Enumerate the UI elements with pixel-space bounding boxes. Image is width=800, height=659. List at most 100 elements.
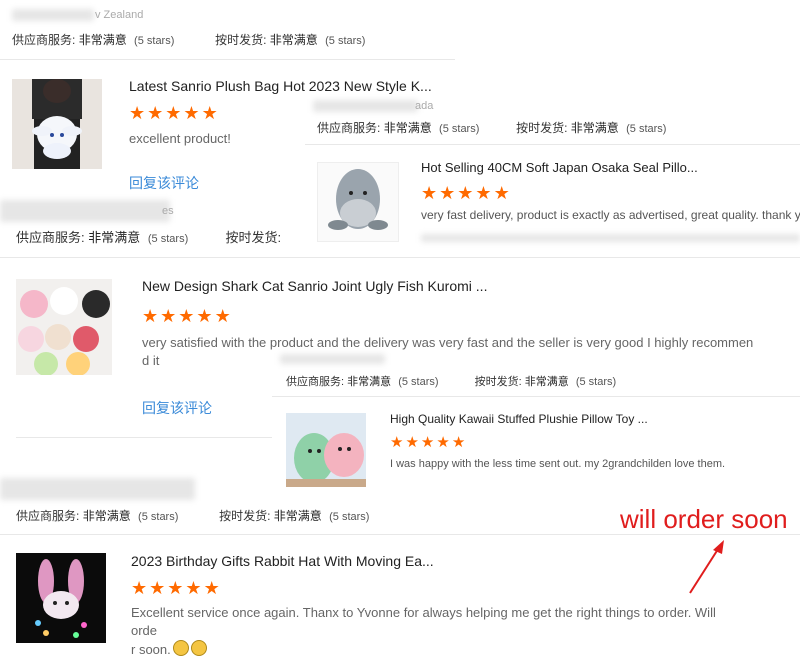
product-thumbnail[interactable]: [12, 79, 102, 169]
star-icon: ★: [165, 103, 182, 123]
review-text-line: r soon.: [131, 640, 731, 659]
shipping-label: 按时发货:: [225, 230, 282, 245]
blurred-name: [0, 478, 195, 500]
shipping-value: 非常满意: [273, 509, 322, 523]
star-icon: ★: [149, 578, 166, 598]
rating-row-1: 供应商服务: 非常满意 (5 stars) 按时发货: 非常满意 (5 star…: [12, 31, 365, 48]
annotation-text: will order soon: [620, 504, 788, 534]
reply-link[interactable]: 回复该评论: [129, 173, 199, 193]
blurred-name: [0, 200, 170, 222]
star-icon: ★: [167, 578, 184, 598]
supplier-service-label: 供应商服务:: [286, 376, 345, 388]
supplier-service-value: 非常满意: [78, 33, 127, 47]
star-rating: ★ ★ ★ ★ ★: [129, 104, 218, 122]
rabbit-hat-thumbnail: [16, 553, 106, 643]
star-icon: ★: [129, 103, 146, 123]
shipping-label: 按时发货:: [516, 121, 568, 135]
product-title[interactable]: High Quality Kawaii Stuffed Plushie Pill…: [390, 412, 648, 426]
star-rating: ★ ★ ★ ★ ★: [142, 307, 231, 325]
divider: [0, 59, 455, 60]
star-icon: ★: [183, 103, 200, 123]
supplier-service-label: 供应商服务:: [16, 509, 80, 523]
star-icon: ★: [457, 183, 474, 203]
star-icon: ★: [147, 103, 164, 123]
shipping-value: 非常满意: [570, 121, 619, 135]
blurred-name: [12, 9, 94, 21]
supplier-service-count: (5 stars): [147, 233, 189, 245]
star-icon: ★: [142, 306, 159, 326]
product-thumbnail[interactable]: [16, 279, 112, 375]
product-thumbnail[interactable]: [286, 413, 366, 487]
product-thumbnail[interactable]: [317, 162, 399, 242]
supplier-service-count: (5 stars): [134, 35, 175, 47]
review-text-line: Excellent service once again. Thanx to Y…: [131, 605, 716, 638]
star-icon: ★: [475, 183, 492, 203]
star-rating: ★ ★ ★ ★ ★: [421, 184, 510, 202]
supplier-service-value: 非常满意: [88, 230, 141, 245]
review-card-overlay: ada 供应商服务: 非常满意 (5 stars) 按时发货: 非常满意 (5 …: [305, 96, 800, 246]
supplier-service-count: (5 stars): [439, 123, 480, 135]
star-icon: ★: [493, 183, 510, 203]
cinnamoroll-backpack-thumbnail: [12, 79, 102, 169]
review-text: very fast delivery, product is exactly a…: [421, 208, 800, 222]
star-icon: ★: [405, 434, 419, 451]
sanrio-plush-group-thumbnail: [16, 279, 112, 375]
blurred-name: [280, 354, 385, 364]
divider: [272, 396, 800, 397]
supplier-service-count: (5 stars): [138, 511, 179, 523]
star-icon: ★: [196, 306, 213, 326]
review-text-line: very satisfied with the product and the …: [142, 335, 754, 350]
divider: [0, 257, 800, 258]
star-icon: ★: [421, 183, 438, 203]
shipping-value: 非常满意: [269, 33, 318, 47]
shipping-label: 按时发货:: [474, 376, 522, 388]
country-label: es: [162, 205, 174, 217]
review-text: I was happy with the less time sent out.…: [390, 458, 726, 470]
supplier-service-value: 非常满意: [383, 121, 432, 135]
country-label: v Zealand: [95, 9, 144, 21]
shipping-value: 非常满意: [524, 376, 569, 388]
product-title[interactable]: Latest Sanrio Plush Bag Hot 2023 New Sty…: [129, 78, 432, 94]
supplier-service-count: (5 stars): [398, 376, 439, 388]
grinning-emoji-icon: [190, 640, 207, 656]
product-title[interactable]: 2023 Birthday Gifts Rabbit Hat With Movi…: [131, 553, 434, 569]
review-card-overlay: 供应商服务: 非常满意 (5 stars) 按时发货: 非常满意 (5 star…: [272, 352, 800, 494]
shipping-label: 按时发货:: [215, 33, 267, 47]
rating-row-5: 供应商服务: 非常满意 (5 stars) 按时发货: 非常满意 (5 star…: [16, 507, 369, 524]
blurred-row: [421, 234, 800, 242]
star-icon: ★: [390, 434, 404, 451]
star-icon: ★: [185, 578, 202, 598]
country-label: ada: [415, 100, 434, 112]
shipping-count: (5 stars): [329, 511, 370, 523]
star-icon: ★: [160, 306, 177, 326]
rating-row-3: 供应商服务: 非常满意 (5 stars) 按时发货:: [16, 227, 281, 246]
plushie-pillows-thumbnail: [286, 413, 366, 487]
supplier-service-label: 供应商服务:: [317, 121, 381, 135]
star-icon: ★: [451, 434, 466, 451]
star-icon: ★: [439, 183, 456, 203]
divider: [305, 144, 800, 145]
seal-plush-thumbnail: [318, 163, 398, 241]
supplier-service-value: 非常满意: [347, 376, 392, 388]
star-icon: ★: [214, 306, 231, 326]
shipping-count: (5 stars): [575, 376, 617, 388]
reply-link[interactable]: 回复该评论: [142, 398, 212, 418]
star-icon: ★: [203, 578, 220, 598]
star-icon: ★: [201, 103, 218, 123]
review-text: excellent product!: [129, 131, 231, 146]
rating-row-2: 供应商服务: 非常满意 (5 stars) 按时发货: 非常满意 (5 star…: [317, 119, 666, 136]
product-title[interactable]: New Design Shark Cat Sanrio Joint Ugly F…: [142, 278, 487, 294]
star-icon: ★: [436, 434, 450, 451]
star-icon: ★: [131, 578, 148, 598]
product-title[interactable]: Hot Selling 40CM Soft Japan Osaka Seal P…: [421, 160, 698, 175]
supplier-service-label: 供应商服务:: [16, 230, 85, 245]
rating-row-4: 供应商服务: 非常满意 (5 stars) 按时发货: 非常满意 (5 star…: [286, 373, 616, 389]
blurred-name: [313, 100, 418, 112]
shipping-count: (5 stars): [626, 123, 667, 135]
star-rating: ★ ★ ★ ★ ★: [390, 434, 465, 452]
star-icon: ★: [178, 306, 195, 326]
product-thumbnail[interactable]: [16, 553, 106, 643]
star-icon: ★: [420, 434, 435, 451]
supplier-service-label: 供应商服务:: [12, 33, 76, 47]
star-rating: ★ ★ ★ ★ ★: [131, 579, 220, 597]
